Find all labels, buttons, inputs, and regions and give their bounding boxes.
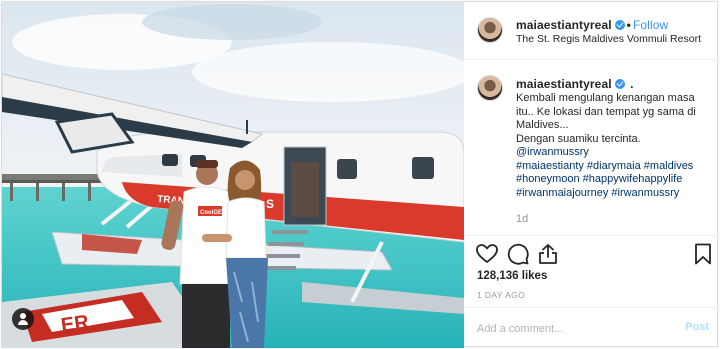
verified-icon [614, 20, 625, 30]
likes-count[interactable]: 128,136 likes [477, 270, 547, 282]
caption-time-ago[interactable]: 1d [516, 213, 528, 225]
instagram-post: TRANS S ER CoolGEL [1, 1, 719, 348]
heart-icon[interactable] [475, 242, 499, 266]
shirt-logo-text: CoolGEL [200, 210, 226, 216]
caption-line: Kembali mengulang kenangan masa [516, 92, 695, 104]
comment-input[interactable] [477, 320, 667, 338]
post-comment-button[interactable]: Post [685, 321, 709, 333]
caption-text: Kembali mengulang kenangan masa itu.. Ke… [516, 92, 716, 200]
hashtag-line[interactable]: #maiaestianty #diarymaia #maldives [516, 160, 716, 174]
post-photo[interactable]: TRANS S ER CoolGEL [2, 2, 464, 348]
verified-icon [614, 79, 625, 89]
caption-avatar[interactable] [477, 75, 503, 101]
mention-link[interactable]: @irwanmussry [516, 146, 716, 160]
location-link[interactable]: The St. Regis Maldives Vommuli Resort [516, 33, 701, 45]
post-date[interactable]: 1 DAY AGO [477, 290, 525, 300]
post-header: maiaestiantyreal • Follow The St. Regis Ma… [464, 2, 719, 60]
hashtag-line[interactable]: #honeymoon #happywifehappylife [516, 173, 716, 187]
caption-line: Maldives... [516, 119, 569, 131]
caption-line: Dengan suamiku tercinta. [516, 132, 641, 145]
header-username-row: maiaestiantyreal • Follow [516, 18, 668, 32]
hashtag-line[interactable]: #irwanmaiajourney #irwanmussry [516, 187, 716, 201]
avatar[interactable] [477, 17, 503, 43]
dock-marking-text: ER [60, 311, 91, 337]
user-tag-icon[interactable] [12, 308, 34, 330]
seaplane-scene: TRANS S ER CoolGEL [2, 2, 464, 348]
post-sidebar: maiaestiantyreal • Follow The St. Regis Ma… [464, 2, 719, 348]
follow-button[interactable]: Follow [633, 18, 668, 32]
bookmark-icon[interactable] [691, 242, 715, 266]
username-link[interactable]: maiaestiantyreal [516, 18, 612, 32]
comment-icon[interactable] [506, 242, 530, 266]
caption-username-row: maiaestiantyreal . [516, 77, 636, 91]
caption-line: itu.. Ke lokasi dan tempat yg sama di [516, 105, 696, 118]
action-bar [464, 238, 719, 270]
plane-livery-text-right: S [266, 197, 274, 211]
caption-dot: . [626, 77, 634, 91]
comment-section: Post [464, 307, 719, 348]
share-icon[interactable] [536, 242, 560, 266]
separator-dot: • [626, 18, 631, 32]
caption-section: maiaestiantyreal . Kembali mengulang ken… [464, 60, 719, 236]
caption-username-link[interactable]: maiaestiantyreal [516, 77, 612, 91]
